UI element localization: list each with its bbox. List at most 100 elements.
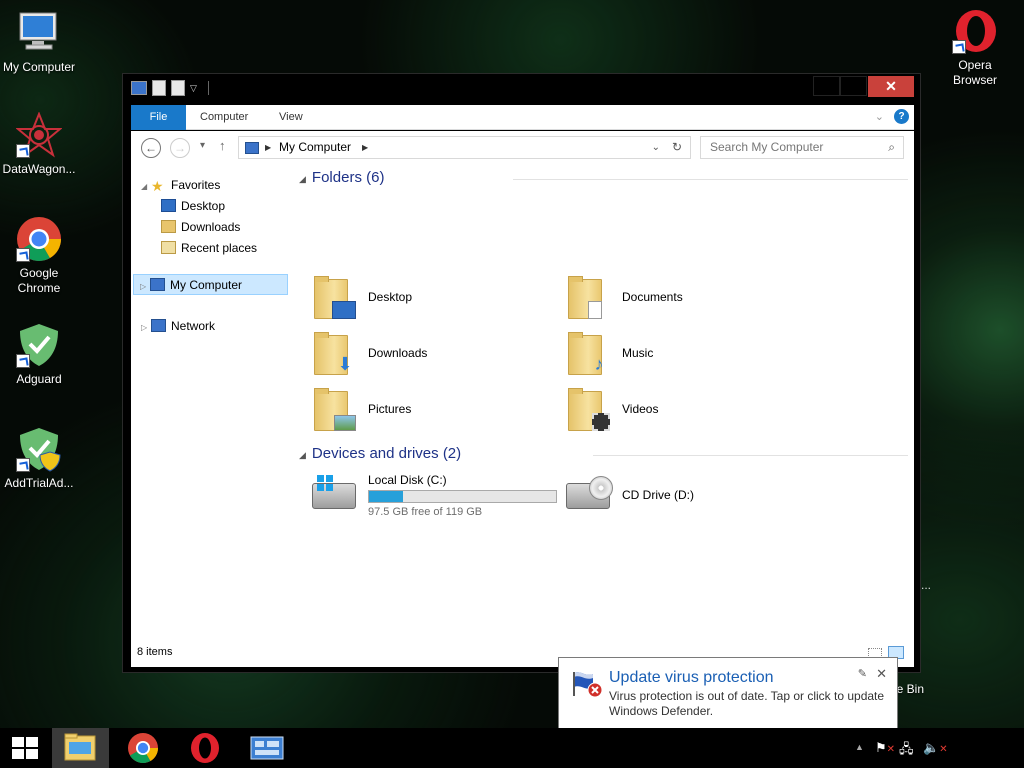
- drive-local-disk-c[interactable]: Local Disk (C:) 97.5 GB free of 119 GB: [310, 471, 560, 523]
- search-icon: ⌕: [888, 140, 895, 154]
- volume-muted-icon[interactable]: 🔈✕: [923, 740, 948, 756]
- folder-label: Downloads: [368, 346, 428, 360]
- shortcut-arrow-icon: [16, 248, 30, 262]
- breadcrumb-chevron-icon[interactable]: ▶: [265, 137, 271, 158]
- close-icon[interactable]: ✕: [876, 666, 887, 682]
- tab-file[interactable]: File: [131, 105, 186, 130]
- control-panel-icon: [250, 736, 284, 760]
- taskbar-chrome[interactable]: [114, 728, 171, 768]
- desktop-icon-google-chrome[interactable]: Google Chrome: [0, 216, 78, 296]
- back-button[interactable]: ←: [141, 138, 161, 158]
- refresh-icon[interactable]: ↻: [672, 137, 682, 158]
- computer-icon: [131, 81, 147, 95]
- notification-toast[interactable]: Update virus protection Virus protection…: [558, 657, 898, 729]
- search-input[interactable]: Search My Computer ⌕: [700, 136, 904, 159]
- group-divider: [513, 179, 908, 180]
- minimize-button[interactable]: [813, 76, 840, 96]
- adguard-shield-icon: [16, 322, 62, 368]
- help-icon[interactable]: ?: [894, 109, 909, 124]
- group-header-folders[interactable]: ◢ Folders (6): [299, 168, 384, 188]
- breadcrumb-chevron-icon[interactable]: ▶: [362, 137, 368, 158]
- desktop-icon-adguard[interactable]: Adguard: [0, 322, 78, 387]
- desktop-icon-datawagon[interactable]: DataWagon...: [0, 111, 78, 177]
- maximize-button[interactable]: [840, 76, 867, 96]
- expand-arrow-icon[interactable]: ▷: [141, 317, 151, 338]
- folder-pictures[interactable]: Pictures: [310, 385, 560, 437]
- tab-computer[interactable]: Computer: [200, 105, 248, 130]
- close-button[interactable]: ✕: [868, 76, 914, 97]
- forward-button[interactable]: →: [170, 138, 190, 158]
- item-count: 8 items: [137, 646, 173, 658]
- star-icon: ★: [151, 178, 164, 194]
- nav-my-computer[interactable]: ▷ My Computer: [133, 274, 288, 295]
- folder-label: Pictures: [368, 402, 412, 416]
- datawagon-icon: [15, 111, 63, 158]
- content-area: ◢ ★ Favorites Desktop Downloads Recent pla…: [131, 165, 914, 667]
- folder-desktop[interactable]: Desktop: [310, 273, 560, 325]
- nav-item-downloads[interactable]: Downloads: [161, 217, 240, 238]
- taskbar-file-explorer[interactable]: [52, 728, 109, 768]
- folder-documents[interactable]: Documents: [564, 273, 814, 325]
- desktop-icon-my-computer[interactable]: My Computer: [0, 10, 78, 75]
- new-folder-icon[interactable]: [171, 80, 185, 96]
- taskbar-control-panel[interactable]: [238, 728, 295, 768]
- nav-label: Recent places: [181, 241, 258, 255]
- nav-label: Desktop: [181, 199, 226, 213]
- recent-places-icon: [161, 241, 176, 254]
- shortcut-arrow-icon: [16, 144, 30, 158]
- taskbar-opera[interactable]: [176, 728, 233, 768]
- computer-icon: [245, 142, 259, 154]
- nav-label: Favorites: [171, 178, 221, 192]
- show-hidden-icons-chevron-icon[interactable]: ▲: [855, 742, 864, 752]
- file-list: ◢ Folders (6) Desktop Documents ⬇ Downloa…: [293, 165, 914, 640]
- properties-icon[interactable]: [152, 80, 166, 96]
- address-toolbar: ← → ▾ ↑ ▶ My Computer ▶ ⌄ ↻ Search My Co…: [131, 131, 914, 165]
- cd-drive-icon: [566, 476, 613, 509]
- nav-network[interactable]: ▷ Network: [141, 316, 215, 337]
- folder-videos-icon: [564, 387, 610, 433]
- file-explorer-icon: [64, 733, 96, 761]
- ribbon: File Computer View ⌄ ?: [131, 105, 914, 130]
- start-button[interactable]: [0, 728, 57, 768]
- breadcrumb-my-computer[interactable]: My Computer: [279, 137, 351, 158]
- expand-arrow-icon[interactable]: ▷: [140, 276, 150, 297]
- folder-downloads[interactable]: ⬇ Downloads: [310, 329, 560, 381]
- network-icon[interactable]: 🖧: [899, 740, 914, 762]
- folder-label: Desktop: [368, 290, 413, 304]
- nav-item-desktop[interactable]: Desktop: [161, 196, 225, 217]
- chevron-down-icon[interactable]: ▽: [190, 83, 197, 94]
- desktop-icon-label: My Computer: [2, 60, 76, 74]
- collapse-arrow-icon[interactable]: ◢: [299, 174, 306, 184]
- shortcut-arrow-icon: [16, 458, 30, 472]
- tab-view[interactable]: View: [279, 105, 303, 130]
- folder-pictures-icon: [310, 387, 356, 433]
- chrome-icon: [128, 733, 158, 764]
- folder-music[interactable]: ♪ Music: [564, 329, 814, 381]
- folder-videos[interactable]: Videos: [564, 385, 814, 437]
- action-center-error-flag-icon[interactable]: ⚑✕: [875, 740, 895, 756]
- recent-locations-chevron-icon[interactable]: ▾: [200, 140, 205, 151]
- taskbar: ▲ ⚑✕ 🖧 🔈✕: [0, 728, 1024, 768]
- toolbar-separator: [207, 81, 209, 95]
- shortcut-arrow-icon: [16, 354, 30, 368]
- navigation-pane: ◢ ★ Favorites Desktop Downloads Recent pla…: [131, 165, 293, 640]
- desktop-icon-addtrialad[interactable]: AddTrialAd...: [0, 426, 78, 491]
- desktop-icon: [161, 199, 176, 212]
- desktop-icon-opera[interactable]: Opera Browser: [936, 8, 1014, 88]
- nav-favorites[interactable]: ◢ ★ Favorites: [141, 175, 220, 196]
- nav-label: My Computer: [170, 278, 243, 292]
- group-header-devices[interactable]: ◢ Devices and drives (2): [299, 444, 461, 464]
- desktop-label-ellipsis: ...: [921, 578, 932, 592]
- drive-cd-d[interactable]: CD Drive (D:): [564, 471, 814, 523]
- expand-arrow-icon[interactable]: ◢: [141, 176, 151, 197]
- nav-item-recent-places[interactable]: Recent places: [161, 238, 257, 259]
- pin-icon[interactable]: ✎: [858, 667, 867, 680]
- chevron-down-icon[interactable]: ⌄: [875, 110, 884, 123]
- desktop-icon-label: Adguard: [16, 372, 62, 386]
- collapse-arrow-icon[interactable]: ◢: [299, 450, 306, 460]
- up-arrow-icon[interactable]: ↑: [219, 138, 226, 153]
- address-bar[interactable]: ▶ My Computer ▶ ⌄ ↻: [238, 136, 691, 159]
- title-bar[interactable]: ▽ ✕: [123, 74, 920, 104]
- desktop-icon-recycle-bin[interactable]: le Bin: [894, 682, 924, 696]
- chevron-down-icon[interactable]: ⌄: [652, 137, 660, 158]
